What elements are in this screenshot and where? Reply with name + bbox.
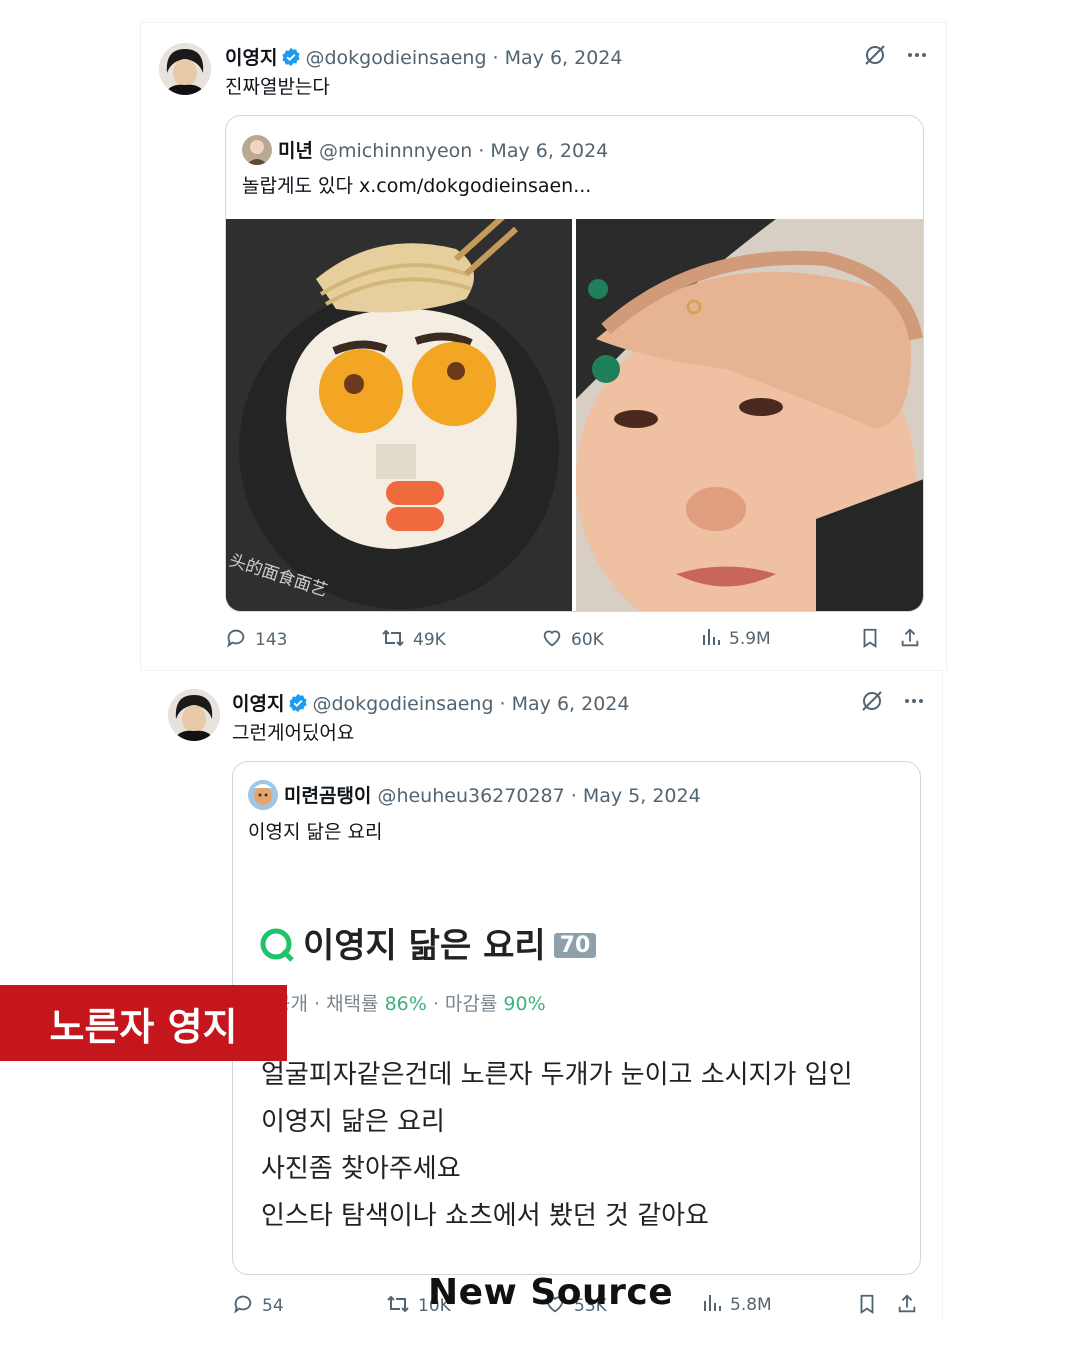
- qa-line: 사진좀 찾아주세요: [261, 1154, 461, 1184]
- qa-title: 이영지 닮은 요리: [303, 926, 546, 966]
- like-count: 60K: [571, 630, 604, 650]
- caption-banner-text: 노른자 영지: [49, 1004, 238, 1049]
- quote-author-name: 미년: [278, 140, 313, 162]
- qa-stats-mid: · 마감률: [426, 993, 504, 1015]
- more-icon[interactable]: [902, 689, 926, 713]
- quote-header: 미년 @michinnnyeon · May 6, 2024: [242, 135, 608, 165]
- bookmark-icon: [856, 1293, 878, 1319]
- reply-count: 143: [255, 630, 288, 650]
- author-avatar[interactable]: [168, 689, 220, 741]
- qa-stats-prefix: 공개 · 채택률: [273, 993, 385, 1015]
- source-watermark: New Source: [428, 1272, 674, 1313]
- reply-icon: [232, 1293, 254, 1319]
- author-name[interactable]: 이영지: [225, 47, 277, 69]
- verified-badge-icon: [281, 47, 301, 72]
- views-icon: [701, 627, 721, 651]
- qa-line: 인스타 탐색이나 쇼츠에서 봤던 것 같아요: [261, 1201, 709, 1231]
- qa-line: 얼굴피자같은건데 노른자 두개가 눈이고 소시지가 입인: [261, 1060, 853, 1090]
- qa-badge: 70: [553, 933, 597, 958]
- repost-icon: [386, 1293, 410, 1319]
- qa-adopt-rate: 86%: [384, 993, 427, 1015]
- caption-banner: 노른자 영지: [0, 985, 287, 1061]
- repost-icon: [381, 627, 405, 653]
- crying-face-photo[interactable]: [576, 219, 923, 611]
- reply-button[interactable]: 54: [232, 1293, 284, 1319]
- author-name[interactable]: 이영지: [232, 693, 284, 715]
- views-button[interactable]: 5.8M: [702, 1293, 772, 1317]
- tweet-date[interactable]: May 6, 2024: [505, 47, 623, 69]
- views-button[interactable]: 5.9M: [701, 627, 771, 651]
- reply-icon: [225, 627, 247, 653]
- bookmark-button[interactable]: [859, 627, 881, 653]
- share-icon: [896, 1293, 918, 1319]
- views-count: 5.8M: [730, 1295, 772, 1315]
- bookmark-button[interactable]: [856, 1293, 878, 1319]
- tweet-1[interactable]: 이영지 @dokgodieinsaeng · May 6, 2024 진짜열받는다…: [140, 22, 947, 671]
- bookmark-icon: [859, 627, 881, 653]
- repost-count: 49K: [413, 630, 446, 650]
- tweet-top-icons: [863, 43, 929, 67]
- qa-line: 이영지 닮은 요리: [261, 1107, 445, 1137]
- tweet-header: 이영지 @dokgodieinsaeng · May 6, 2024: [225, 43, 622, 72]
- more-icon[interactable]: [905, 43, 929, 67]
- qa-screenshot-image[interactable]: 이영지 닮은 요리 70 공개 · 채택률 86% · 마감률 90% 얼굴피자같…: [233, 762, 920, 1274]
- share-button[interactable]: [899, 627, 921, 653]
- quote-date: May 6, 2024: [490, 140, 609, 162]
- quoted-tweet[interactable]: 미련곰탱이 @heuheu36270287 · May 5, 2024 이영지 …: [232, 761, 921, 1275]
- views-count: 5.9M: [729, 629, 771, 649]
- grok-icon[interactable]: [863, 43, 887, 67]
- egg-face-photo[interactable]: 头的面食面艺: [226, 211, 572, 611]
- reply-count: 54: [262, 1296, 284, 1316]
- quote-author-handle: @michinnnyeon: [319, 140, 473, 162]
- tweet-top-icons: [860, 689, 926, 713]
- repost-button[interactable]: 49K: [381, 627, 446, 653]
- tweet-text: 그런게어딨어요: [232, 722, 355, 744]
- reply-button[interactable]: 143: [225, 627, 287, 653]
- quote-avatar: [242, 135, 272, 165]
- quoted-tweet[interactable]: 미년 @michinnnyeon · May 6, 2024 놀랍게도 있다 x…: [225, 115, 924, 612]
- author-avatar[interactable]: [159, 43, 211, 95]
- tweet-date[interactable]: May 6, 2024: [512, 693, 630, 715]
- verified-badge-icon: [288, 693, 308, 718]
- qa-stats: 공개 · 채택률 86% · 마감률 90%: [273, 989, 546, 1016]
- views-icon: [702, 1293, 722, 1317]
- qa-close-rate: 90%: [503, 993, 546, 1015]
- qa-title-row: 이영지 닮은 요리 70: [259, 918, 597, 972]
- tweet-header: 이영지 @dokgodieinsaeng · May 6, 2024: [232, 689, 629, 718]
- author-handle[interactable]: @dokgodieinsaeng: [312, 693, 493, 715]
- share-icon: [899, 627, 921, 653]
- quote-text: 놀랍게도 있다 x.com/dokgodieinsaen...: [242, 175, 592, 197]
- like-button[interactable]: 60K: [541, 627, 604, 653]
- qa-body: 얼굴피자같은건데 노른자 두개가 눈이고 소시지가 입인 이영지 닮은 요리 사…: [261, 1052, 852, 1240]
- share-button[interactable]: [896, 1293, 918, 1319]
- like-icon: [541, 627, 563, 653]
- search-q-icon: [259, 927, 295, 972]
- author-handle[interactable]: @dokgodieinsaeng: [305, 47, 486, 69]
- tweet-text: 진짜열받는다: [225, 76, 330, 98]
- grok-icon[interactable]: [860, 689, 884, 713]
